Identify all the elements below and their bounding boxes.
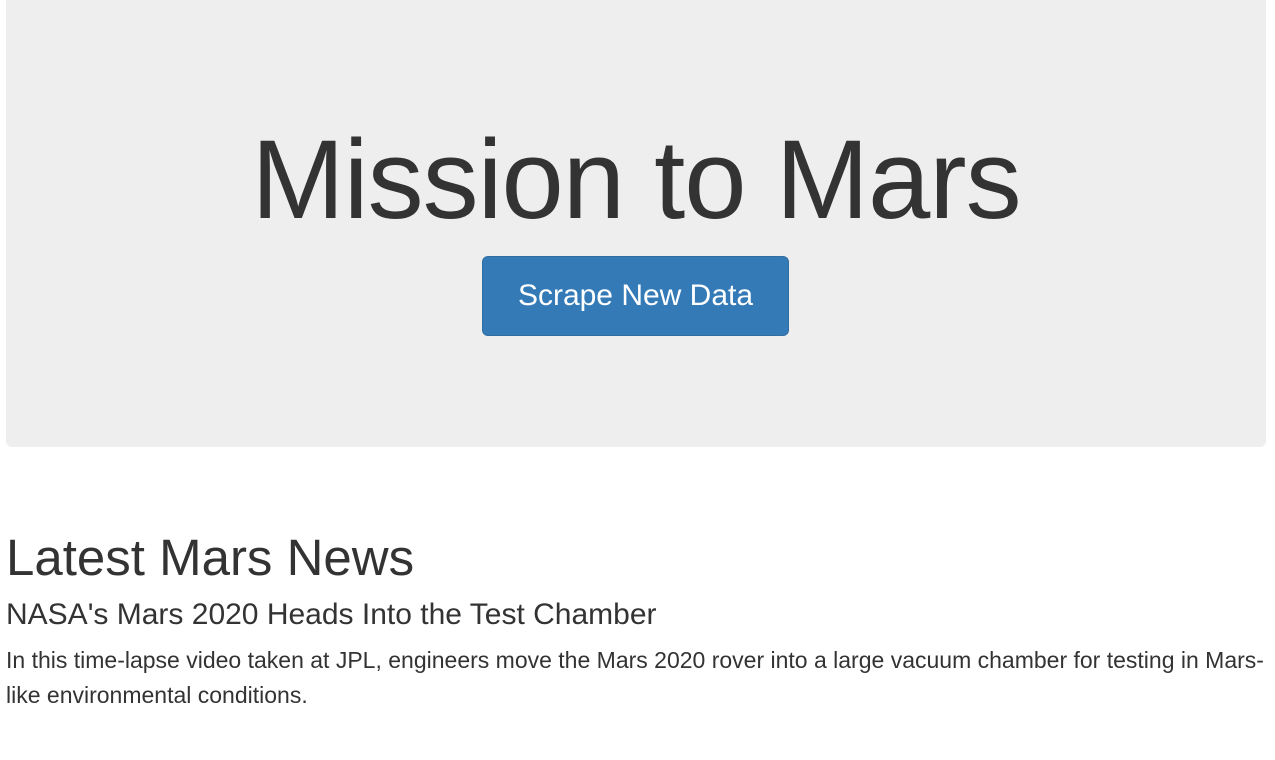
jumbotron-header: Mission to Mars Scrape New Data xyxy=(6,0,1266,447)
latest-news-heading: Latest Mars News xyxy=(6,529,415,586)
scrape-new-data-button[interactable]: Scrape New Data xyxy=(482,256,789,336)
latest-news-section: Latest Mars News NASA's Mars 2020 Heads … xyxy=(6,529,1268,713)
news-teaser: In this time-lapse video taken at JPL, e… xyxy=(6,647,1264,709)
page-title: Mission to Mars xyxy=(251,117,1021,242)
news-title: NASA's Mars 2020 Heads Into the Test Cha… xyxy=(6,598,657,632)
